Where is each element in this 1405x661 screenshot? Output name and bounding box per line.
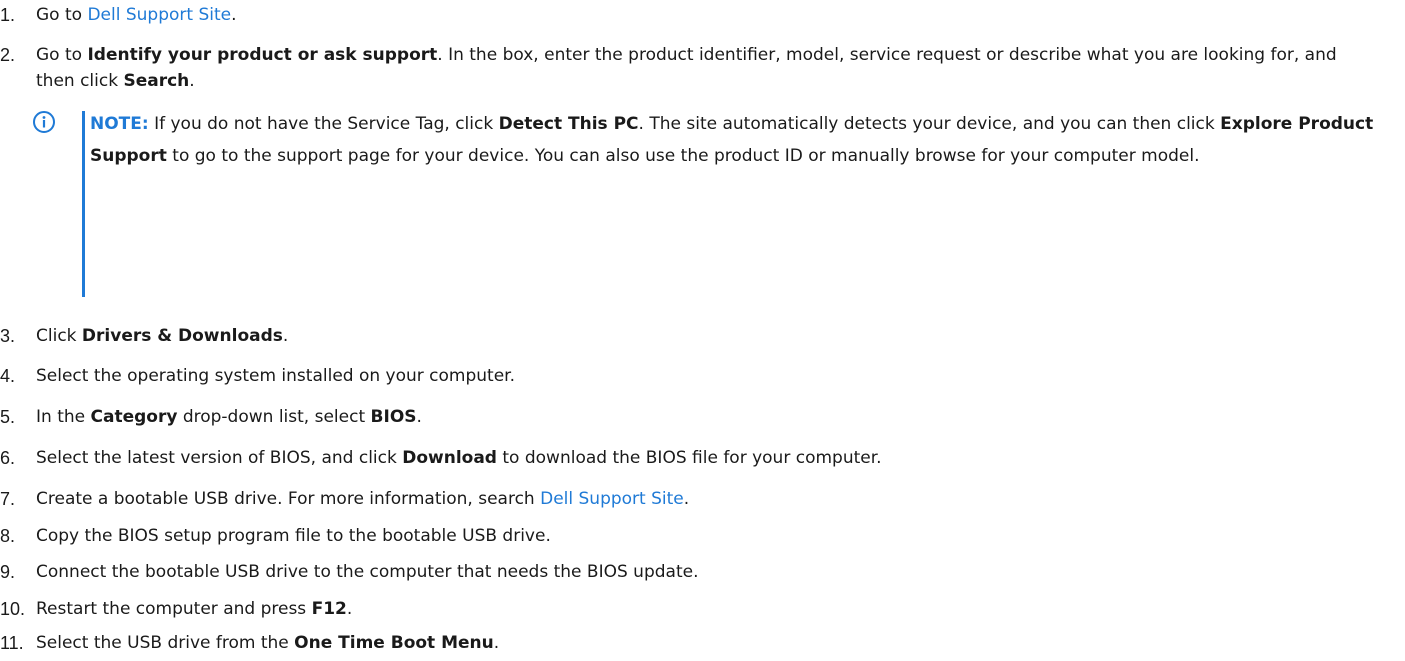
step-number: 1.: [0, 5, 16, 25]
dell-support-site-link[interactable]: Dell Support Site: [87, 5, 231, 25]
step-text: Go to Dell Support Site.: [36, 5, 237, 25]
step-number: 10.: [0, 599, 26, 619]
step-text: Restart the computer and press F12.: [36, 599, 353, 619]
step-text: Go to Identify your product or ask suppo…: [36, 45, 1337, 91]
dell-support-site-link[interactable]: Dell Support Site: [540, 489, 684, 509]
step-number: 5.: [0, 407, 16, 427]
step-text: Connect the bootable USB drive to the co…: [36, 562, 699, 582]
step-number: 8.: [0, 526, 16, 546]
bios-update-steps: 1. Go to Dell Support Site. 2. Go to Ide…: [0, 0, 1405, 661]
step-text: Select the operating system installed on…: [36, 366, 516, 386]
step-text: Copy the BIOS setup program file to the …: [36, 526, 551, 546]
step-text: In the Category drop-down list, select B…: [36, 407, 422, 427]
step-number: 2.: [0, 45, 16, 65]
note-accent-bar: [82, 111, 85, 297]
step-text: Select the USB drive from the One Time B…: [36, 633, 500, 653]
step-text: Create a bootable USB drive. For more in…: [36, 489, 690, 509]
step-number: 7.: [0, 489, 16, 509]
step-text: Click Drivers & Downloads.: [36, 326, 289, 346]
step-number: 11.: [0, 633, 24, 653]
step-number: 9.: [0, 562, 16, 582]
step-number: 3.: [0, 326, 16, 346]
step-number: 6.: [0, 448, 16, 468]
note-text: NOTE: If you do not have the Service Tag…: [90, 114, 1374, 166]
step-text: Select the latest version of BIOS, and c…: [36, 448, 882, 468]
info-circle-icon: [33, 111, 55, 133]
note-label: NOTE:: [90, 114, 149, 134]
step-number: 4.: [0, 366, 16, 386]
note-box: NOTE: If you do not have the Service Tag…: [32, 108, 1402, 297]
